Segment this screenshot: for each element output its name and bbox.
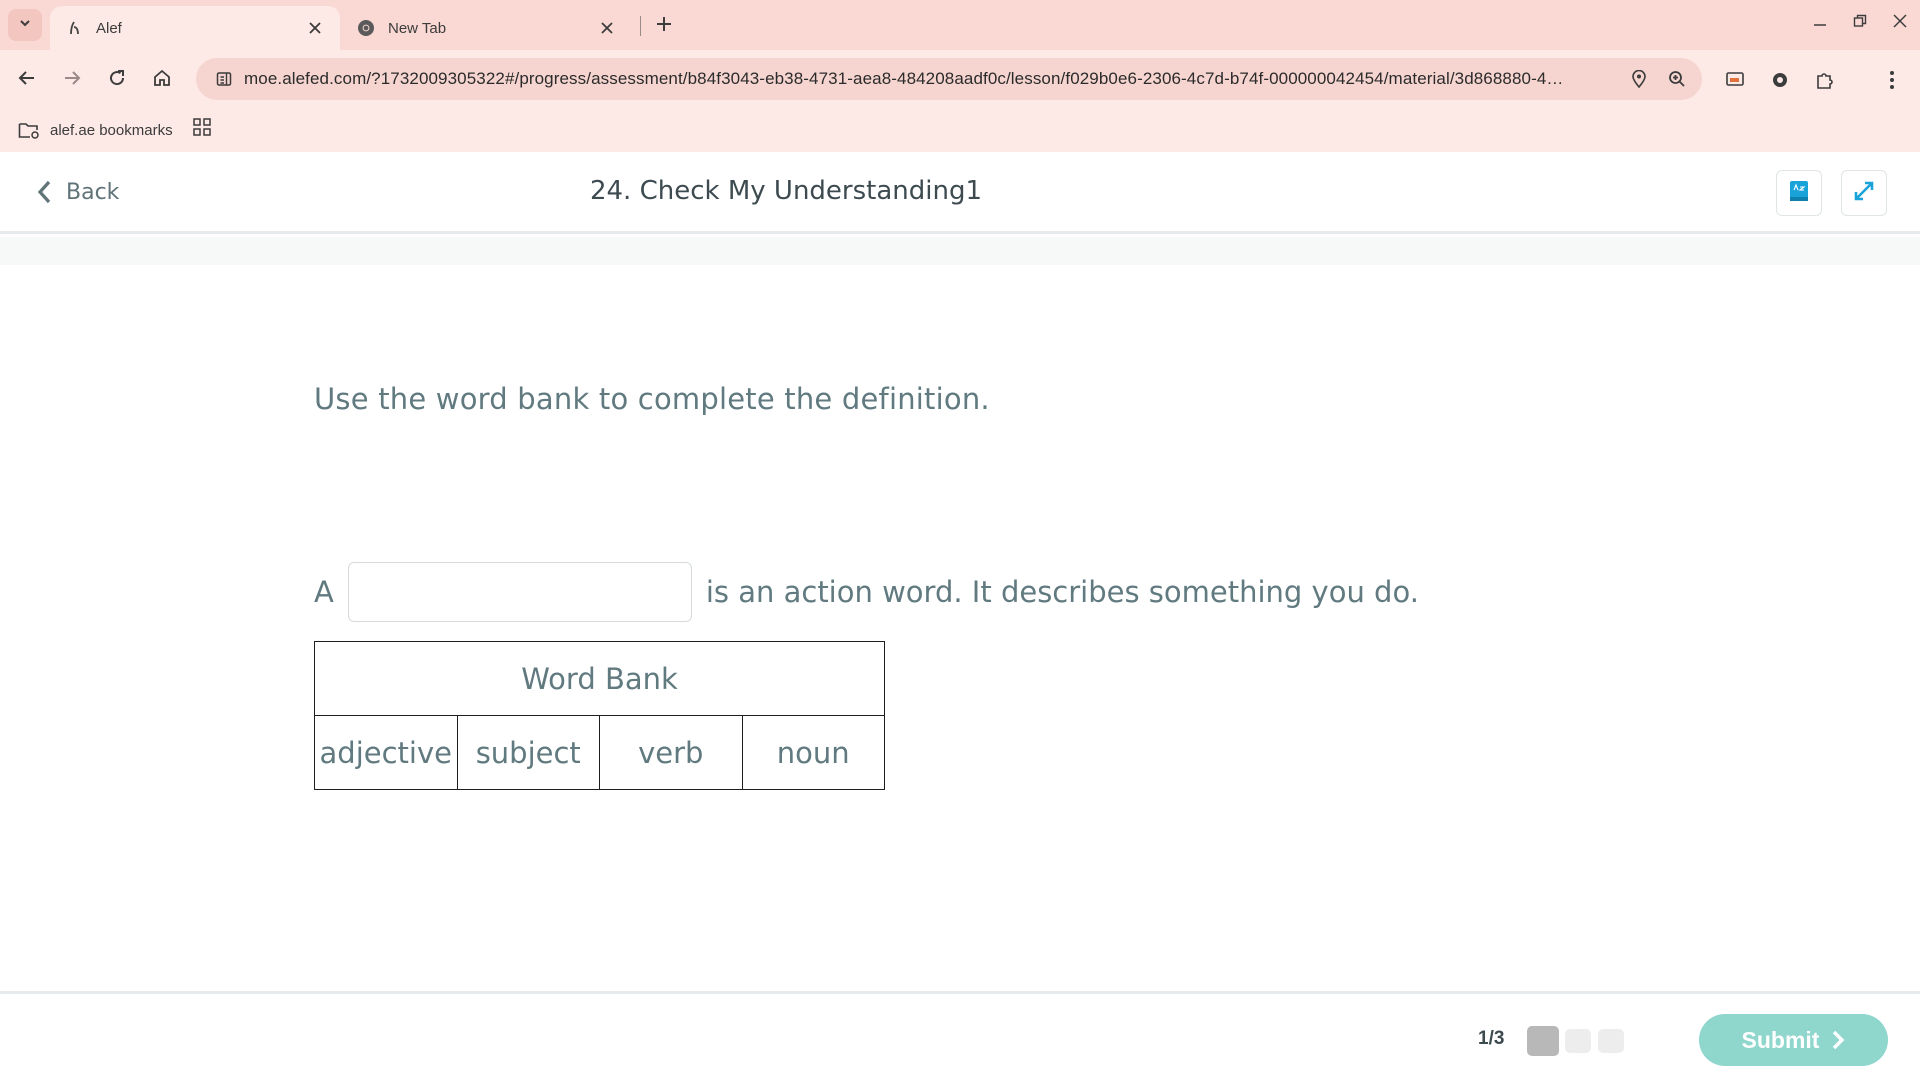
bookmark-label: alef.ae bookmarks <box>50 121 173 139</box>
kebab-menu-icon[interactable] <box>1874 62 1910 98</box>
chevron-down-icon <box>18 16 32 35</box>
page-title: 24. Check My Understanding1 <box>589 176 983 206</box>
word-bank-item[interactable]: subject <box>456 715 600 790</box>
alef-favicon-icon <box>64 18 84 38</box>
site-info-icon[interactable] <box>204 64 244 94</box>
close-icon <box>1893 13 1907 33</box>
address-bar[interactable]: moe.alefed.com/?1732009305322#/progress/… <box>196 58 1702 100</box>
close-icon[interactable] <box>304 17 326 39</box>
fill-in-sentence: A is an action word. It describes someth… <box>314 562 1419 622</box>
word-bank-table: Word Bank adjective subject verb noun <box>314 641 885 790</box>
arrow-right-icon <box>63 69 81 92</box>
tab-search-button[interactable] <box>8 9 42 41</box>
glossary-button[interactable] <box>1776 170 1822 216</box>
home-button[interactable] <box>144 62 180 98</box>
cast-icon[interactable] <box>1717 62 1753 98</box>
content-top-strip <box>0 237 1920 265</box>
submit-label: Submit <box>1741 1026 1820 1053</box>
minimize-button[interactable] <box>1802 8 1838 38</box>
chrome-icon <box>356 18 376 38</box>
bookmark-folder-alef[interactable]: alef.ae bookmarks <box>16 116 173 144</box>
answer-blank-input[interactable] <box>347 562 692 622</box>
tab-new-tab[interactable]: New Tab <box>342 6 632 50</box>
question-counter: 1/3 <box>1478 1028 1505 1049</box>
submit-button[interactable]: Submit <box>1699 1014 1888 1066</box>
arrow-left-icon <box>18 69 36 92</box>
close-icon[interactable] <box>596 17 618 39</box>
tab-divider <box>640 16 641 36</box>
location-icon[interactable] <box>1620 60 1658 98</box>
minimize-icon <box>1813 14 1827 33</box>
page-dot-1[interactable] <box>1527 1026 1559 1056</box>
close-window-button[interactable] <box>1882 8 1918 38</box>
tab-alef[interactable]: Alef <box>50 6 340 50</box>
restore-icon <box>1853 14 1867 33</box>
extensions-puzzle-icon[interactable] <box>1807 62 1843 98</box>
back-nav-button[interactable] <box>9 62 45 98</box>
word-bank-item[interactable]: noun <box>741 715 885 790</box>
question-footer: 1/3 Submit <box>0 991 1920 1080</box>
reload-button[interactable] <box>99 62 135 98</box>
forward-nav-button[interactable] <box>54 62 90 98</box>
apps-grid-icon[interactable] <box>188 113 216 141</box>
tab-title: New Tab <box>388 19 447 37</box>
word-bank-item[interactable]: adjective <box>314 715 458 790</box>
word-bank-item[interactable]: verb <box>599 715 743 790</box>
sentence-tail: is an action word. It describes somethin… <box>705 575 1419 609</box>
sentence-lead: A <box>314 575 334 609</box>
url-text[interactable]: moe.alefed.com/?1732009305322#/progress/… <box>244 69 1620 89</box>
lesson-header: Back 24. Check My Understanding1 <box>0 152 1920 234</box>
browser-tab-strip: Alef New Tab <box>0 0 1920 50</box>
extension-gear-icon[interactable] <box>1762 62 1798 98</box>
chevron-right-icon <box>1831 1030 1845 1050</box>
question-instruction: Use the word bank to complete the defini… <box>314 382 990 416</box>
zoom-icon[interactable] <box>1658 60 1696 98</box>
bookmarks-bar: alef.ae bookmarks <box>0 108 1920 152</box>
glossary-book-icon <box>1788 179 1810 208</box>
tab-title: Alef <box>96 19 122 37</box>
folder-icon <box>16 119 42 141</box>
page-dot-2[interactable] <box>1565 1029 1591 1053</box>
word-bank-title: Word Bank <box>314 641 885 716</box>
expand-icon <box>1853 180 1875 207</box>
restore-button[interactable] <box>1842 8 1878 38</box>
fullscreen-button[interactable] <box>1841 170 1887 216</box>
home-icon <box>153 69 171 92</box>
plus-icon <box>656 16 672 37</box>
reload-icon <box>108 69 126 92</box>
new-tab-button[interactable] <box>650 12 678 40</box>
page-dot-3[interactable] <box>1598 1029 1624 1053</box>
